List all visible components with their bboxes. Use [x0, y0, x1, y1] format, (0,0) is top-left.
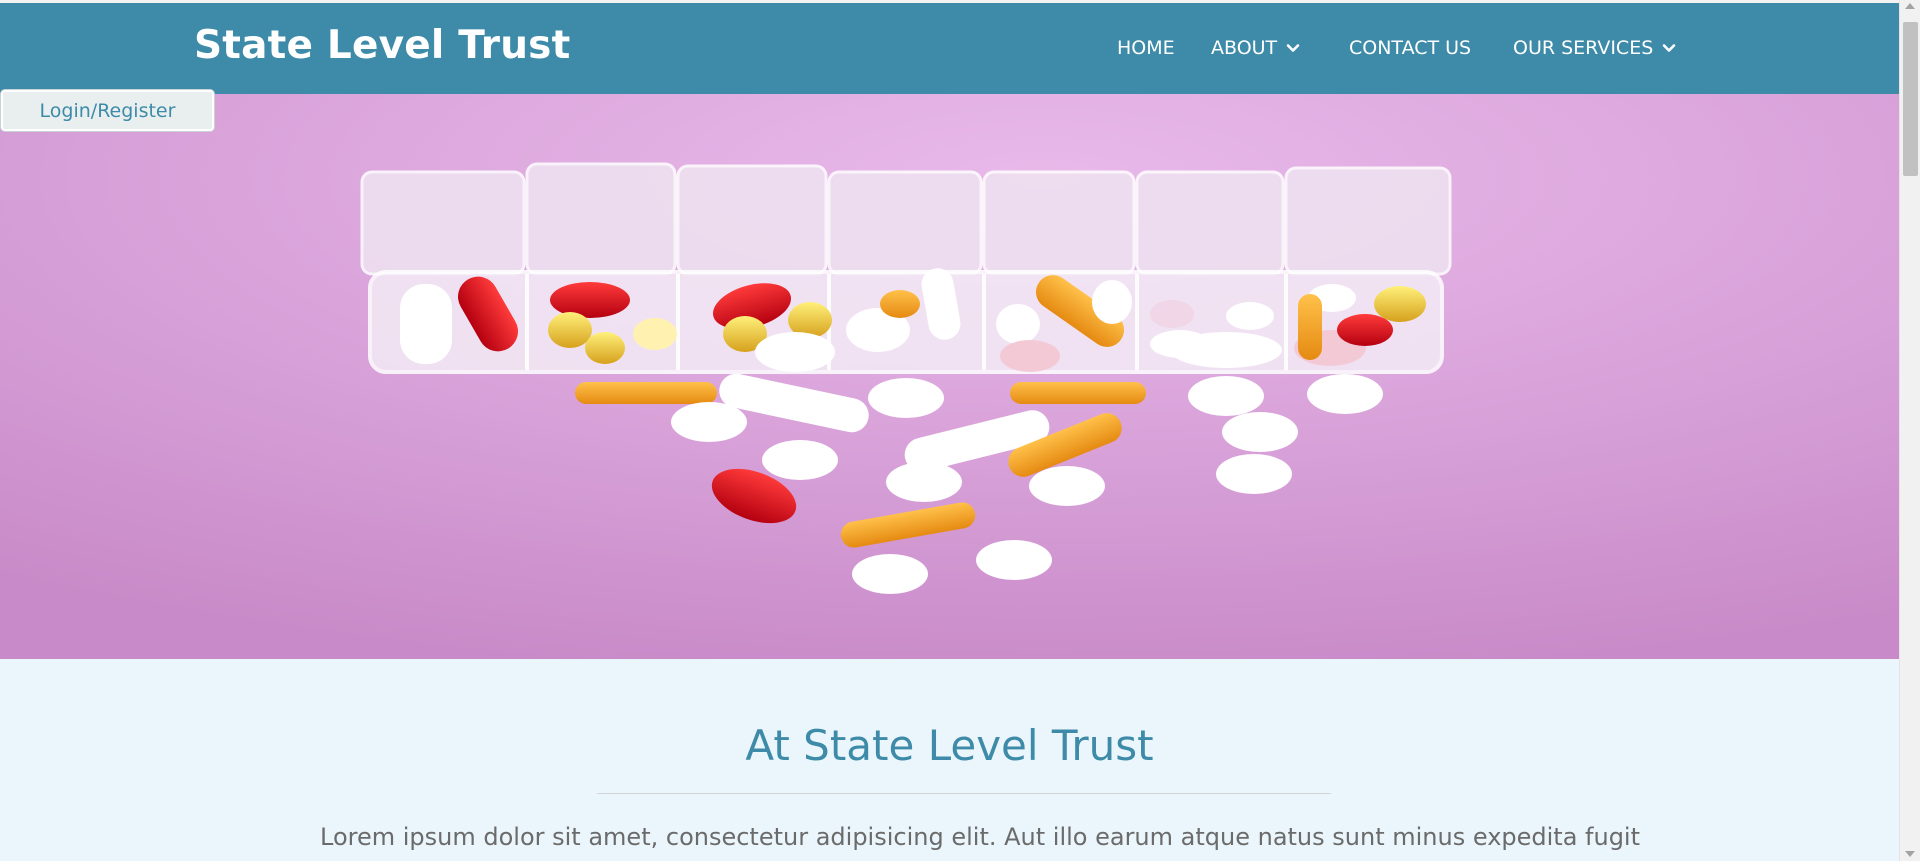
hero-banner: [0, 94, 1899, 659]
nav-item-home[interactable]: HOME: [1117, 37, 1175, 59]
nav-item-contact-us[interactable]: CONTACT US: [1349, 37, 1471, 59]
nav-item-label: OUR SERVICES: [1513, 37, 1654, 59]
login-register-button[interactable]: Login/Register: [1, 90, 214, 131]
scroll-down-arrow-icon[interactable]: [1905, 851, 1915, 857]
nav-item-label: HOME: [1117, 37, 1175, 59]
nav-item-label: CONTACT US: [1349, 37, 1472, 59]
intro-title: At State Level Trust: [745, 721, 1154, 770]
page: State Level Trust HOME ABOUT CONTACT US …: [0, 0, 1920, 861]
divider: [597, 793, 1331, 794]
vertical-scrollbar[interactable]: [1899, 0, 1920, 861]
hero-image: [0, 94, 1899, 659]
site-header: State Level Trust HOME ABOUT CONTACT US …: [0, 3, 1899, 94]
chevron-down-icon: [1286, 41, 1300, 55]
intro-section: At State Level Trust Lorem ipsum dolor s…: [0, 659, 1899, 861]
nav-item-our-services[interactable]: OUR SERVICES: [1513, 37, 1676, 59]
intro-text: Lorem ipsum dolor sit amet, consectetur …: [320, 823, 1641, 861]
scrollbar-thumb[interactable]: [1903, 22, 1918, 176]
nav-item-about[interactable]: ABOUT: [1211, 37, 1300, 59]
nav-item-label: ABOUT: [1211, 37, 1278, 59]
chevron-down-icon: [1662, 41, 1676, 55]
brand-title[interactable]: State Level Trust: [194, 23, 570, 68]
scroll-up-arrow-icon[interactable]: [1905, 3, 1915, 9]
